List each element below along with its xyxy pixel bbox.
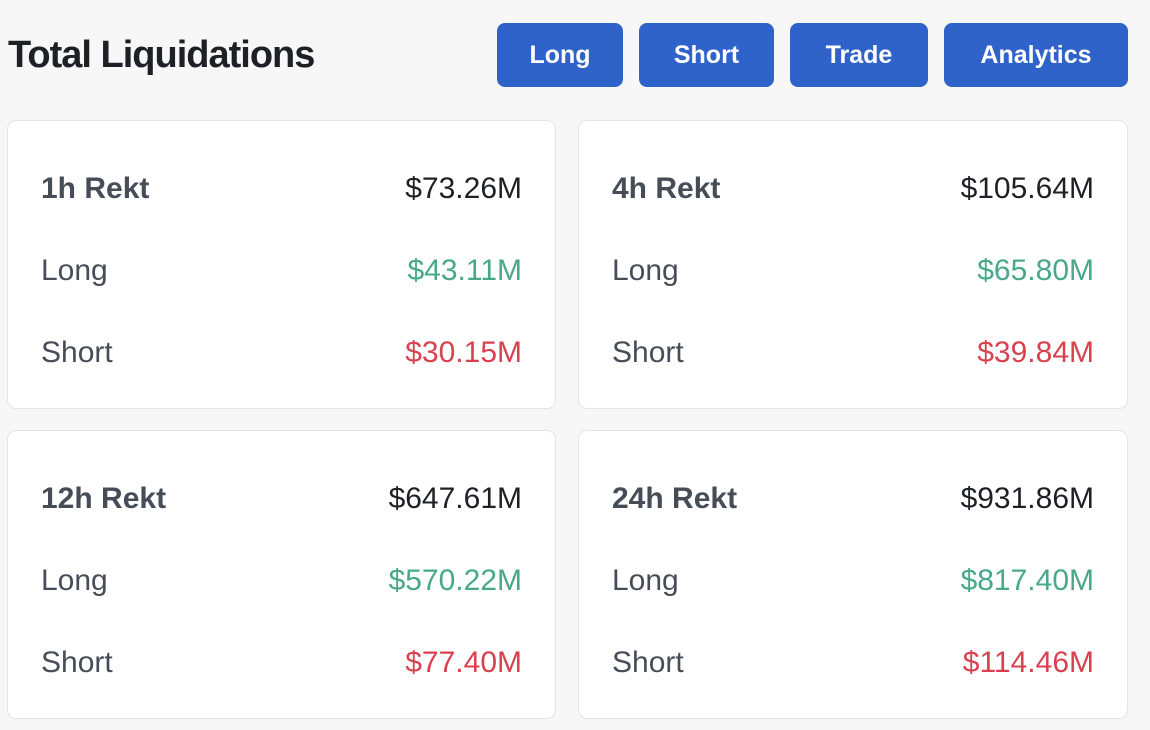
card-total-row: 24h Rekt $931.86M xyxy=(612,479,1094,519)
liquidation-card-12h: 12h Rekt $647.61M Long $570.22M Short $7… xyxy=(7,430,556,719)
trade-button[interactable]: Trade xyxy=(790,23,928,87)
card-title: 1h Rekt xyxy=(41,172,150,205)
card-long-row: Long $570.22M xyxy=(41,561,522,601)
card-total-row: 1h Rekt $73.26M xyxy=(41,169,522,209)
card-long-row: Long $817.40M xyxy=(612,561,1094,601)
card-total-value: $73.26M xyxy=(405,172,522,205)
long-button[interactable]: Long xyxy=(497,23,623,87)
short-value: $30.15M xyxy=(405,336,522,369)
card-title: 4h Rekt xyxy=(612,172,721,205)
card-total-value: $647.61M xyxy=(388,482,522,515)
card-long-row: Long $65.80M xyxy=(612,251,1094,291)
card-short-row: Short $30.15M xyxy=(41,333,522,373)
card-short-row: Short $77.40M xyxy=(41,643,522,683)
card-short-row: Short $114.46M xyxy=(612,643,1094,683)
long-label: Long xyxy=(612,254,679,287)
short-button[interactable]: Short xyxy=(639,23,774,87)
card-total-value: $105.64M xyxy=(960,172,1094,205)
card-total-value: $931.86M xyxy=(960,482,1094,515)
card-title: 24h Rekt xyxy=(612,482,738,515)
card-title: 12h Rekt xyxy=(41,482,167,515)
short-label: Short xyxy=(41,646,113,679)
liquidation-card-24h: 24h Rekt $931.86M Long $817.40M Short $1… xyxy=(578,430,1128,719)
long-value: $65.80M xyxy=(977,254,1094,287)
long-label: Long xyxy=(41,564,108,597)
card-long-row: Long $43.11M xyxy=(41,251,522,291)
liquidation-card-1h: 1h Rekt $73.26M Long $43.11M Short $30.1… xyxy=(7,120,556,409)
card-total-row: 4h Rekt $105.64M xyxy=(612,169,1094,209)
short-value: $114.46M xyxy=(962,646,1094,679)
long-value: $43.11M xyxy=(407,254,522,287)
page-title: Total Liquidations xyxy=(8,34,315,76)
long-value: $570.22M xyxy=(388,564,522,597)
card-total-row: 12h Rekt $647.61M xyxy=(41,479,522,519)
short-label: Short xyxy=(612,646,684,679)
long-label: Long xyxy=(612,564,679,597)
short-value: $39.84M xyxy=(977,336,1094,369)
liquidation-card-4h: 4h Rekt $105.64M Long $65.80M Short $39.… xyxy=(578,120,1128,409)
header: Total Liquidations Long Short Trade Anal… xyxy=(0,0,1150,110)
short-value: $77.40M xyxy=(405,646,522,679)
short-label: Short xyxy=(612,336,684,369)
analytics-button[interactable]: Analytics xyxy=(944,23,1128,87)
long-value: $817.40M xyxy=(960,564,1094,597)
short-label: Short xyxy=(41,336,113,369)
card-short-row: Short $39.84M xyxy=(612,333,1094,373)
long-label: Long xyxy=(41,254,108,287)
